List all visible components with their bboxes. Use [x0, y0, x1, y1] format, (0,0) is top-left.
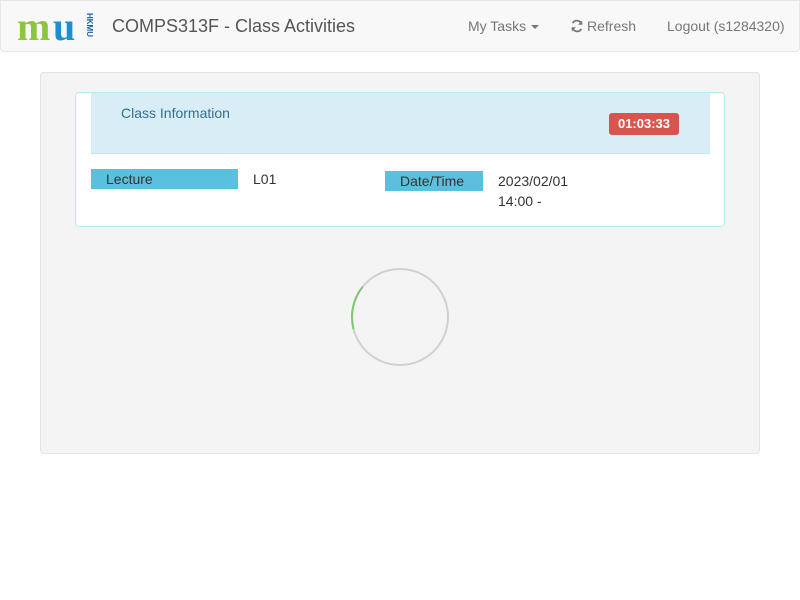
lecture-label: Lecture	[91, 169, 238, 189]
spinner-progress-arc	[351, 268, 449, 366]
panel-heading: Class Information 01:03:33	[91, 93, 710, 154]
loading-spinner	[351, 268, 449, 366]
spinner-track	[351, 268, 449, 366]
hkmu-logo[interactable]: m u HKMU	[17, 4, 99, 49]
time-value: 14:00 -	[498, 193, 542, 209]
refresh-button[interactable]: Refresh	[570, 18, 636, 34]
logo-side-text: HKMU	[85, 13, 94, 37]
refresh-icon	[571, 19, 583, 33]
class-info-panel: Class Information 01:03:33 Lecture L01 D…	[75, 92, 725, 227]
timer-badge: 01:03:33	[609, 113, 679, 135]
logo-letter-m: m	[17, 9, 50, 45]
datetime-label: Date/Time	[385, 171, 483, 191]
content-well: Class Information 01:03:33 Lecture L01 D…	[40, 72, 760, 454]
my-tasks-label: My Tasks	[468, 18, 527, 34]
refresh-label: Refresh	[587, 18, 637, 34]
panel-title: Class Information	[121, 105, 230, 121]
caret-down-icon	[531, 25, 540, 30]
page-title[interactable]: COMPS313F - Class Activities	[112, 16, 355, 37]
top-navbar: m u HKMU COMPS313F - Class Activities My…	[0, 0, 800, 52]
logout-link[interactable]: Logout (s1284320)	[667, 18, 785, 34]
logo-letter-u: u	[53, 9, 75, 45]
lecture-value: L01	[253, 171, 277, 187]
my-tasks-dropdown[interactable]: My Tasks	[468, 18, 540, 34]
date-value: 2023/02/01	[498, 173, 569, 189]
